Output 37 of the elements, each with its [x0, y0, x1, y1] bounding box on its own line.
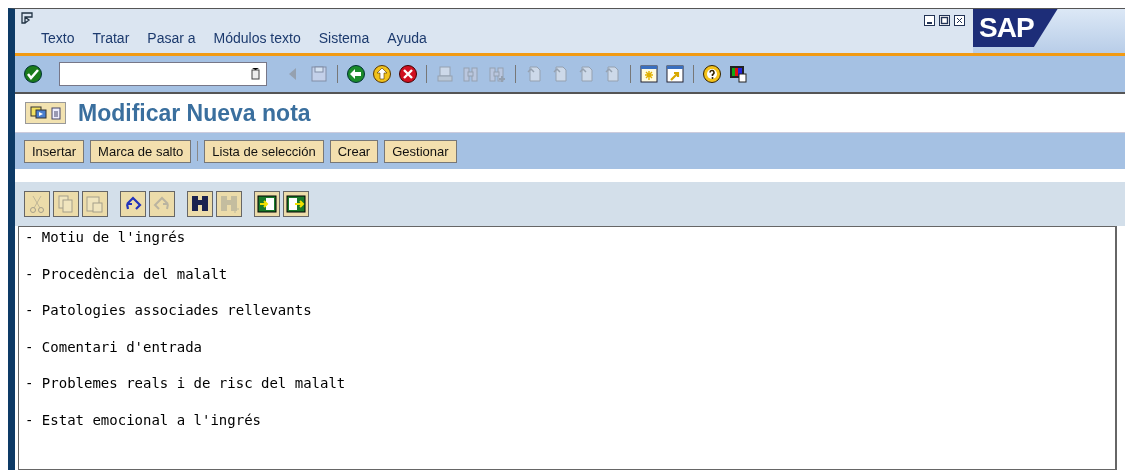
menu-item[interactable]: Ayuda [387, 30, 427, 46]
menu-item[interactable]: Tratar [92, 30, 130, 46]
toolbar-button[interactable]: Gestionar [384, 139, 457, 163]
export-icon[interactable] [283, 191, 309, 217]
help-icon[interactable] [702, 64, 722, 84]
close-icon[interactable] [954, 15, 965, 26]
import-icon[interactable] [254, 191, 280, 217]
menu-item[interactable]: Sistema [318, 30, 370, 46]
display-change-icon[interactable] [30, 105, 48, 121]
text-line: - Procedència del malalt [24, 265, 229, 284]
menu-item[interactable]: Texto [41, 30, 75, 46]
text-line: - Patologies associades rellevants [24, 302, 313, 321]
undo-icon[interactable] [120, 191, 146, 217]
toolbar-button[interactable]: Crear [329, 139, 379, 163]
text-line: - Estat emocional a l'ingrés [24, 411, 262, 430]
dropdown-icon[interactable] [251, 68, 260, 80]
menu-item[interactable]: Pasar a [147, 30, 196, 46]
text-line: - Comentari d'entrada [24, 338, 203, 357]
document-icon[interactable] [51, 106, 61, 120]
command-field[interactable] [59, 62, 267, 86]
sap-logo: SAP [973, 9, 1125, 53]
toolbar-button[interactable]: Lista de selección [204, 139, 324, 163]
menu-icon[interactable] [21, 12, 35, 24]
toolbar-button[interactable]: Insertar [24, 139, 85, 163]
new-window-icon[interactable] [639, 64, 659, 84]
screen-title: Modificar Nueva nota [78, 99, 311, 127]
shortcut-icon[interactable] [665, 64, 685, 84]
maximize-icon[interactable] [939, 15, 950, 26]
toolbar-button[interactable]: Marca de salto [90, 139, 192, 163]
menu-item[interactable]: Módulos texto [213, 30, 301, 46]
text-line: - Motiu de l'ingrés [24, 229, 187, 247]
cancel-icon[interactable] [398, 64, 418, 84]
text-line: - Problemes reals i de risc del malalt [24, 375, 347, 394]
minimize-icon[interactable] [924, 15, 935, 26]
text-editor[interactable]: - Motiu de l'ingrés - Procedència del malalt - Patologies associades rellevants - Comentari d'entrada - Problemes reals i de risc del malalt - Estat emocional a l'ingrés [18, 226, 1117, 470]
check-icon[interactable] [23, 64, 43, 84]
monitor-icon[interactable] [728, 64, 748, 84]
